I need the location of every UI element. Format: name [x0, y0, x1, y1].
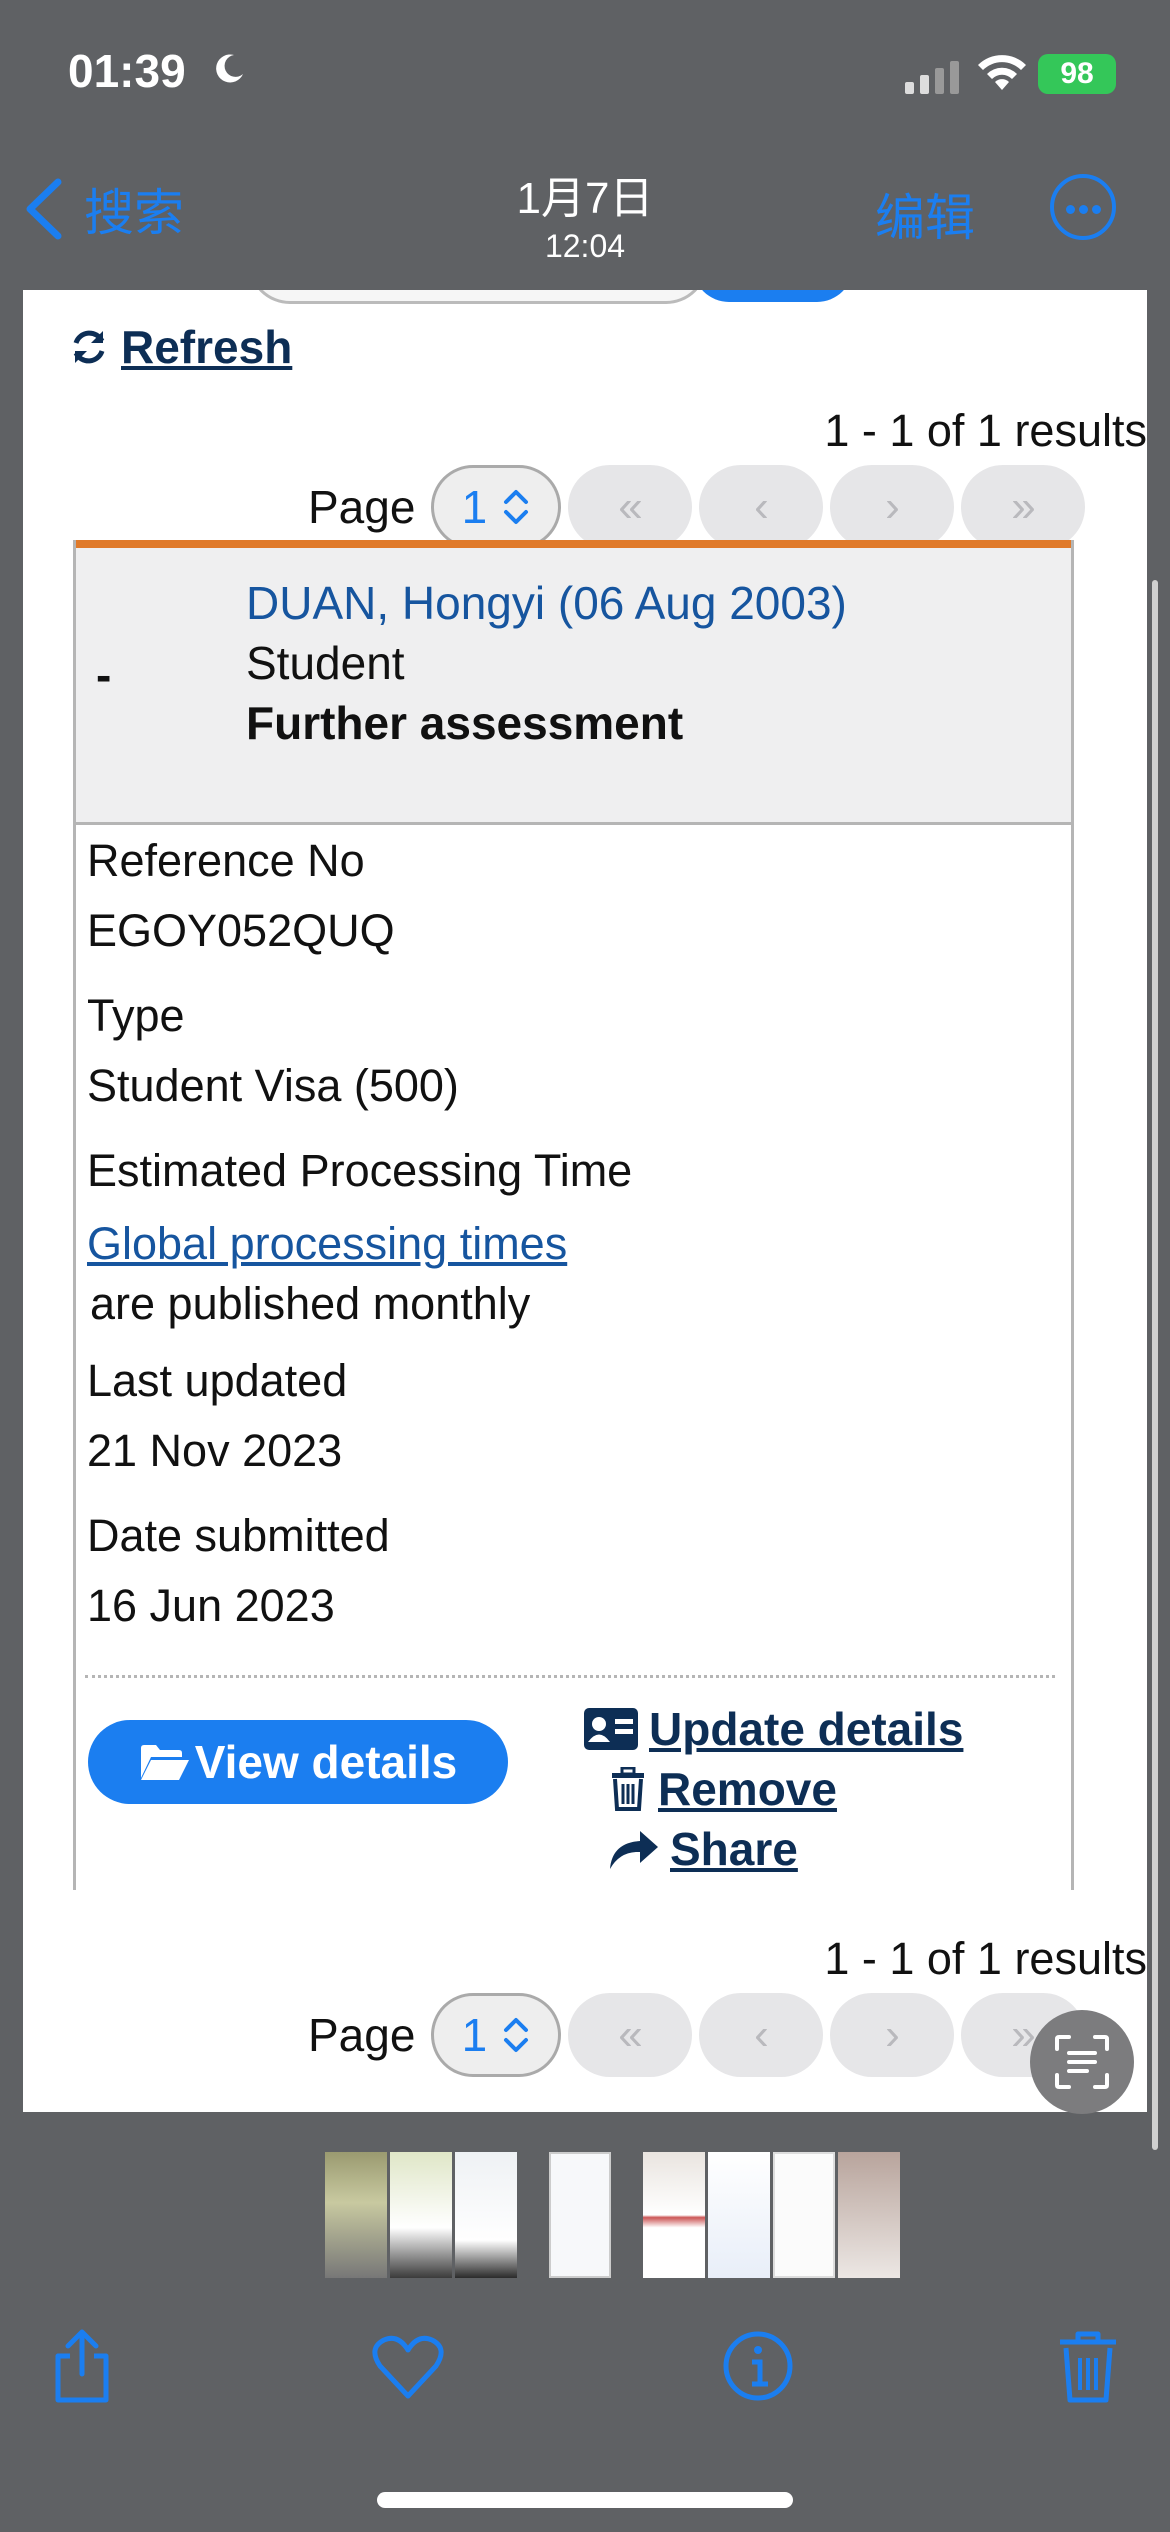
- thumbnail[interactable]: [455, 2152, 517, 2278]
- updown-chevron-icon: [504, 490, 529, 524]
- live-text-button[interactable]: [1030, 2010, 1134, 2114]
- submitted-label: Date submitted: [87, 1510, 390, 1561]
- thumbnail[interactable]: [325, 2152, 387, 2278]
- thumbnail[interactable]: [549, 2152, 611, 2278]
- status-bar: 01:39 98: [0, 0, 1170, 150]
- view-details-button[interactable]: View details: [88, 1720, 508, 1804]
- first-page-button[interactable]: «: [568, 1993, 693, 2077]
- thumbnail[interactable]: [708, 2152, 770, 2278]
- updated-label: Last updated: [87, 1355, 348, 1406]
- page-label: Page: [308, 481, 416, 533]
- update-details-link[interactable]: Update details: [583, 1702, 963, 1756]
- info-icon[interactable]: [720, 2328, 796, 2404]
- refresh-icon: [73, 330, 105, 364]
- moon-icon: [216, 54, 243, 83]
- folder-open-icon: [140, 1745, 189, 1780]
- battery-indicator: 98: [1038, 54, 1116, 94]
- cropped-select[interactable]: [248, 290, 708, 304]
- type-value: Student Visa (500): [87, 1060, 459, 1111]
- next-page-button[interactable]: ›: [830, 1993, 955, 2077]
- share-label: Share: [670, 1823, 798, 1875]
- processing-times-link[interactable]: Global processing times: [87, 1218, 567, 1270]
- submitted-value: 16 Jun 2023: [87, 1580, 335, 1631]
- signal-icon: [905, 61, 959, 94]
- remove-link[interactable]: Remove: [608, 1762, 837, 1816]
- type-label: Type: [87, 990, 185, 1041]
- results-count: 1 - 1 of 1 results: [824, 405, 1147, 456]
- updated-value: 21 Nov 2023: [87, 1425, 343, 1476]
- web-page: Refresh 1 - 1 of 1 results Page 1 « ‹ › …: [23, 290, 1147, 2112]
- delete-icon[interactable]: [1050, 2328, 1126, 2404]
- updown-chevron-icon: [504, 2018, 529, 2052]
- edit-button[interactable]: 编辑: [875, 178, 975, 250]
- view-details-label: View details: [194, 1736, 458, 1788]
- reference-label: Reference No: [87, 835, 365, 886]
- page-label: Page: [308, 2009, 416, 2061]
- page-select[interactable]: 1: [431, 1993, 562, 2077]
- thumbnail[interactable]: [838, 2152, 900, 2278]
- wifi-icon: [978, 55, 1026, 90]
- nav-time: 12:04: [544, 228, 626, 264]
- cropped-button[interactable]: [693, 290, 853, 302]
- divider: [85, 1675, 1055, 1678]
- pagination-bottom: Page 1 « ‹ › »: [308, 1993, 1086, 2077]
- page-value: 1: [461, 2009, 488, 2061]
- document-view[interactable]: Refresh 1 - 1 of 1 results Page 1 « ‹ › …: [0, 275, 1170, 2125]
- status-time: 01:39: [68, 45, 186, 97]
- thumbnail-strip[interactable]: [325, 2152, 903, 2278]
- thumbnail[interactable]: [773, 2152, 835, 2278]
- share-link[interactable]: Share: [608, 1822, 798, 1876]
- prev-page-button[interactable]: ‹: [699, 465, 824, 549]
- applicant-role: Student: [246, 637, 405, 689]
- pagination: Page 1 « ‹ › »: [308, 465, 1086, 549]
- nav-title: 1月7日 12:04: [0, 162, 1170, 265]
- live-text-icon: [1055, 2035, 1109, 2089]
- update-details-label: Update details: [649, 1703, 964, 1755]
- refresh-link[interactable]: Refresh: [69, 320, 292, 374]
- collapse-toggle[interactable]: -: [96, 648, 111, 702]
- refresh-label: Refresh: [121, 321, 293, 373]
- share-arrow-icon: [610, 1831, 658, 1869]
- results-count-bottom: 1 - 1 of 1 results: [824, 1933, 1147, 1984]
- thumbnail[interactable]: [390, 2152, 452, 2278]
- share-icon[interactable]: [44, 2328, 120, 2404]
- reference-value: EGOY052QUQ: [87, 905, 395, 956]
- applicant-name: DUAN, Hongyi (06 Aug 2003): [246, 577, 847, 629]
- processing-note: are published monthly: [90, 1278, 531, 1329]
- heart-icon[interactable]: [370, 2328, 446, 2404]
- trash-icon: [612, 1767, 644, 1811]
- prev-page-button[interactable]: ‹: [699, 1993, 824, 2077]
- more-icon[interactable]: [1050, 174, 1116, 240]
- card-header[interactable]: - DUAN, Hongyi (06 Aug 2003) Student Fur…: [76, 540, 1071, 825]
- next-page-button[interactable]: ›: [830, 465, 955, 549]
- thumbnail[interactable]: [643, 2152, 705, 2278]
- processing-label: Estimated Processing Time: [87, 1145, 633, 1196]
- id-card-icon: [584, 1708, 638, 1750]
- nav-bar: 搜索 1月7日 12:04 编辑: [0, 150, 1170, 275]
- page-value: 1: [461, 481, 488, 533]
- last-page-button[interactable]: »: [961, 465, 1086, 549]
- page-select[interactable]: 1: [431, 465, 562, 549]
- nav-date: 1月7日: [516, 174, 654, 223]
- home-indicator: [377, 2492, 793, 2508]
- application-status: Further assessment: [246, 697, 684, 749]
- application-card: - DUAN, Hongyi (06 Aug 2003) Student Fur…: [73, 540, 1074, 1890]
- remove-label: Remove: [658, 1763, 837, 1815]
- first-page-button[interactable]: «: [568, 465, 693, 549]
- scrollbar[interactable]: [1152, 580, 1158, 2150]
